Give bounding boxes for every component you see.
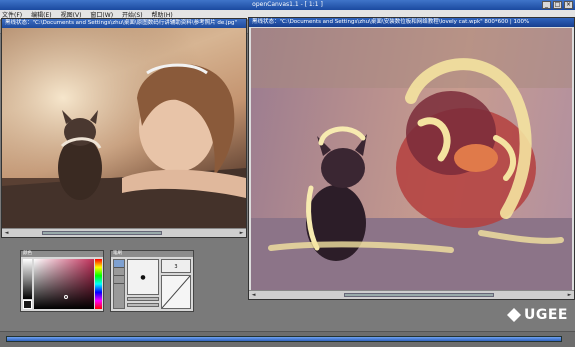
brush-size-field[interactable]: 3 <box>161 259 191 273</box>
reference-photo[interactable] <box>2 28 246 228</box>
scroll-right-arrow[interactable]: ► <box>238 230 245 236</box>
brush-preview[interactable]: ● <box>127 259 159 295</box>
brush-panel-title: 笔刷 <box>111 251 193 257</box>
hue-slider[interactable] <box>95 259 102 309</box>
app-titlebar: openCanvas1.1 - [ 1:1 ] _ □ × <box>0 0 575 10</box>
painting-canvas[interactable] <box>251 28 572 292</box>
painting-canvas-window[interactable]: 黑线状态："C:\Documents and Settings\zhu\桌面\安… <box>248 17 575 300</box>
status-bar <box>0 331 575 347</box>
scroll-thumb[interactable] <box>344 293 494 297</box>
color-panel-title: 颜色 <box>21 251 103 257</box>
canvas-window-title[interactable]: 黑线状态："C:\Documents and Settings\zhu\桌面\安… <box>249 18 574 27</box>
logo-text: UGEE <box>524 307 568 323</box>
progress-bar <box>6 336 562 342</box>
canvas-hscrollbar[interactable]: ◄ ► <box>249 290 574 299</box>
scroll-right-arrow[interactable]: ► <box>566 292 573 298</box>
photo-illustration <box>2 28 246 228</box>
gray-swatches[interactable] <box>23 259 32 299</box>
close-button[interactable]: × <box>564 1 573 9</box>
minimize-button[interactable]: _ <box>542 1 551 9</box>
scroll-left-arrow[interactable]: ◄ <box>3 230 10 236</box>
scroll-left-arrow[interactable]: ◄ <box>250 292 257 298</box>
primary-color-swatch[interactable] <box>23 300 32 309</box>
reference-photo-window[interactable]: 黑线状态："C:\Documents and Settings\zhu\桌面\原… <box>1 18 247 238</box>
maximize-button[interactable]: □ <box>553 1 562 9</box>
pressure-curve[interactable] <box>161 275 191 309</box>
reference-window-title[interactable]: 黑线状态："C:\Documents and Settings\zhu\桌面\原… <box>2 19 246 28</box>
color-panel: 颜色 <box>20 250 104 312</box>
painting-illustration <box>251 28 572 292</box>
app-title: openCanvas1.1 - [ 1:1 ] <box>252 1 323 8</box>
brush-tool-icon[interactable] <box>114 268 124 276</box>
scroll-thumb[interactable] <box>42 231 162 235</box>
window-controls: _ □ × <box>542 1 573 9</box>
opacity-slider[interactable] <box>127 297 159 301</box>
brush-tool-column[interactable] <box>113 259 125 309</box>
pressure-curve-graph <box>161 275 191 309</box>
eraser-tool-icon[interactable] <box>114 276 124 284</box>
progress-fill <box>7 337 561 341</box>
brush-panel: 笔刷 ● 3 <box>110 250 194 312</box>
reference-hscrollbar[interactable]: ◄ ► <box>2 228 246 237</box>
saturation-value-picker[interactable] <box>34 259 94 309</box>
density-slider[interactable] <box>127 303 159 307</box>
brush-size-dot: ● <box>140 273 146 281</box>
ugee-logo: UGEE <box>507 307 568 323</box>
pen-tool-icon[interactable] <box>114 260 124 268</box>
diamond-icon <box>507 308 521 322</box>
color-picker-cursor[interactable] <box>64 295 68 299</box>
